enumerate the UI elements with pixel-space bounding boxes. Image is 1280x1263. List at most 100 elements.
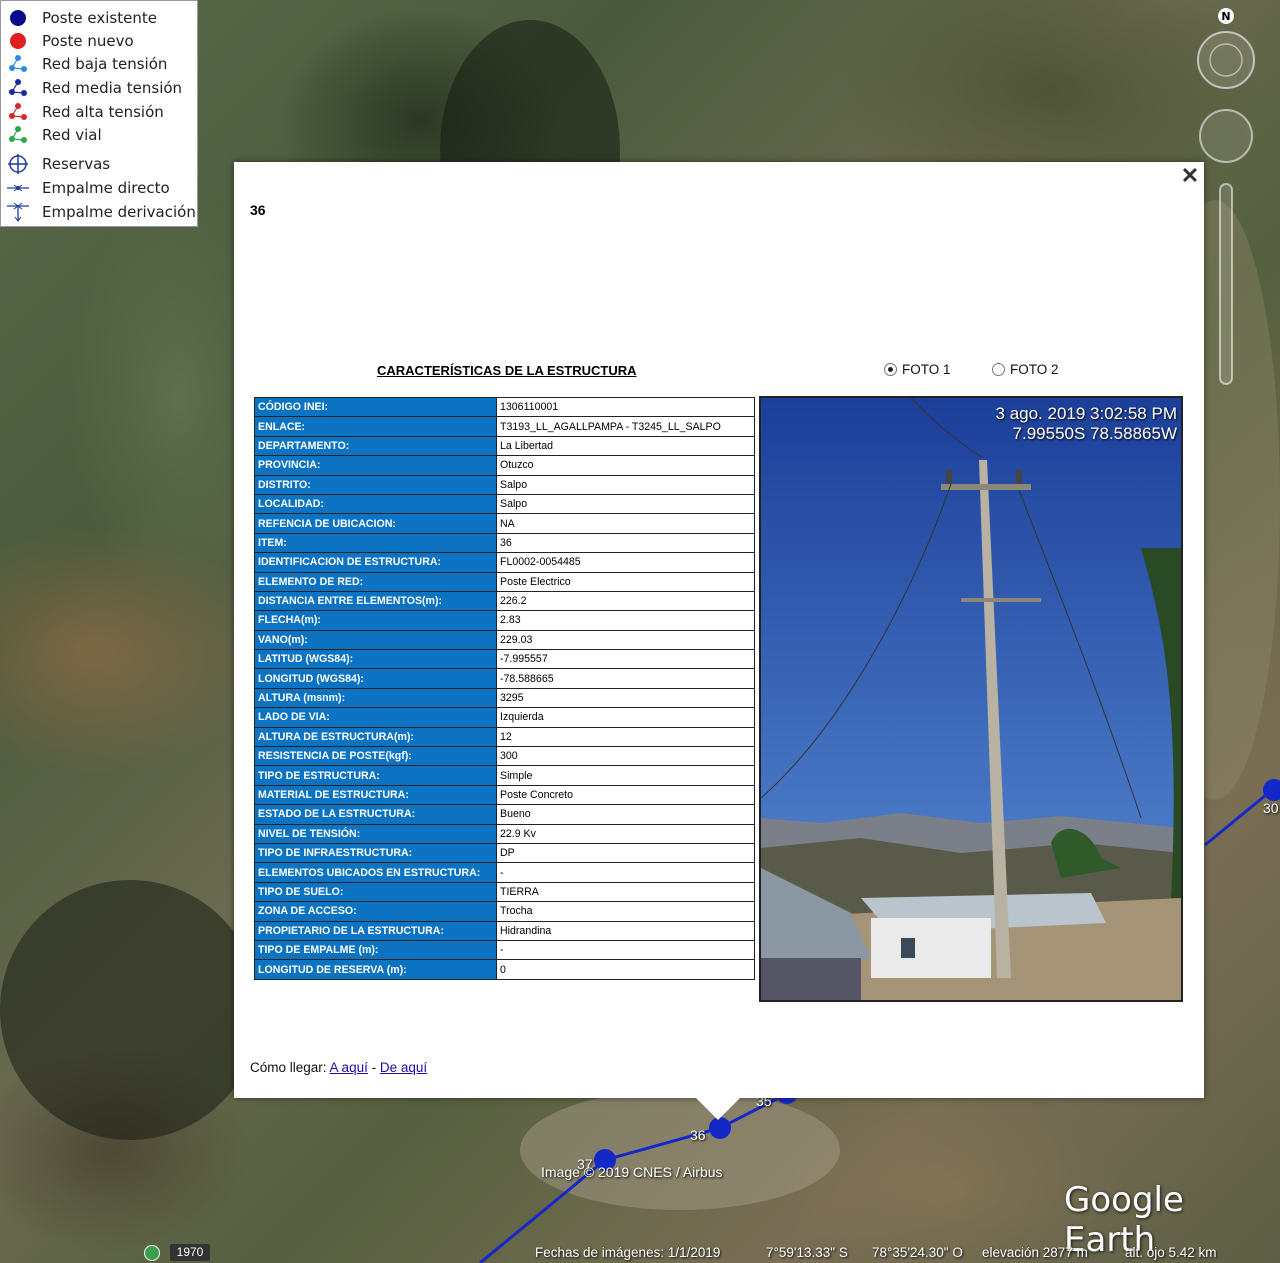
photo-1-radio[interactable]: FOTO 1: [884, 362, 951, 377]
radio-unselected-icon[interactable]: [992, 363, 1005, 376]
attribute-key: LADO DE VIA:: [254, 707, 497, 728]
attribute-value: 12: [496, 726, 755, 748]
table-row: TIPO DE EMPALME (m): -: [254, 939, 755, 961]
attribute-key: ALTURA DE ESTRUCTURA(m):: [254, 726, 497, 748]
table-row: DISTANCIA ENTRE ELEMENTOS(m): 226.2: [254, 590, 755, 612]
medium-voltage-network-icon: [9, 79, 27, 96]
table-row: ALTURA (msnm): 3295: [254, 687, 755, 709]
directions-from-here-link[interactable]: De aquí: [380, 1060, 427, 1075]
attribute-key: TIPO DE ESTRUCTURA:: [254, 765, 497, 786]
table-row: CÓDIGO INEI: 1306110001: [254, 396, 755, 418]
photo-coordinates: 7.99550S 78.58865W: [1012, 424, 1177, 443]
table-row: TIPO DE SUELO: TIERRA: [254, 881, 755, 903]
legend-label: Poste nuevo: [42, 32, 134, 50]
attribute-key: CÓDIGO INEI:: [254, 396, 497, 418]
table-row: ALTURA DE ESTRUCTURA(m): 12: [254, 726, 755, 748]
table-row: DEPARTAMENTO: La Libertad: [254, 435, 755, 457]
legend-label: Red vial: [42, 126, 102, 144]
legend-label: Red alta tensión: [42, 103, 164, 121]
directions-label: Cómo llegar:: [250, 1060, 330, 1075]
attribute-value: 1306110001: [496, 396, 755, 418]
attribute-key: ENLACE:: [254, 416, 497, 437]
pole-36-marker[interactable]: [709, 1117, 731, 1139]
navigation-controls[interactable]: N: [1196, 4, 1276, 404]
table-row: ESTADO DE LA ESTRUCTURA: Bueno: [254, 804, 755, 825]
attribute-key: LATITUD (WGS84):: [254, 649, 497, 670]
structure-photo: 3 ago. 2019 3:02:58 PM 7.99550S 78.58865…: [759, 396, 1183, 1002]
table-row: IDENTIFICACION DE ESTRUCTURA: FL0002-0054…: [254, 552, 755, 573]
attribute-key: FLECHA(m):: [254, 610, 497, 631]
attribute-key: LOCALIDAD:: [254, 493, 497, 515]
attribute-value: 3295: [496, 687, 755, 709]
table-row: PROPIETARIO DE LA ESTRUCTURA: Hidrandina: [254, 920, 755, 941]
attribute-key: REFENCIA DE UBICACION:: [254, 513, 497, 534]
elevation-readout: elevación 2877 m: [982, 1245, 1088, 1260]
photo-2-radio[interactable]: FOTO 2: [992, 362, 1059, 377]
directions-to-here-link[interactable]: A aquí: [330, 1060, 368, 1075]
zoom-slider[interactable]: [1219, 183, 1233, 385]
table-row: ELEMENTOS UBICADOS EN ESTRUCTURA: -: [254, 862, 755, 883]
legend-label: Reservas: [42, 155, 111, 173]
table-row: TIPO DE INFRAESTRUCTURA: DP: [254, 842, 755, 864]
attribute-value: Trocha: [496, 901, 755, 922]
table-row: ZONA DE ACCESO: Trocha: [254, 901, 755, 922]
direct-splice-icon: [7, 184, 29, 192]
eye-altitude-readout: alt. ojo 5.42 km: [1125, 1245, 1217, 1260]
attribute-value: 300: [496, 746, 755, 767]
legend-label: Red baja tensión: [42, 55, 168, 73]
table-row: PROVINCIA: Otuzco: [254, 455, 755, 476]
attribute-value: T3193_LL_AGALLPAMPA - T3245_LL_SALPO: [496, 416, 755, 437]
radio-selected-icon[interactable]: [884, 363, 897, 376]
attribute-key: ESTADO DE LA ESTRUCTURA:: [254, 804, 497, 825]
placemark-balloon: ✕ 36 CARACTERÍSTICAS DE LA ESTRUCTURA FO…: [234, 162, 1204, 1098]
power-line-segment: [1204, 788, 1273, 847]
attribute-key: IDENTIFICACION DE ESTRUCTURA:: [254, 552, 497, 573]
imagery-credit: Image © 2019 CNES / Airbus: [541, 1164, 723, 1180]
attribute-value: 36: [496, 532, 755, 554]
attribute-value: -: [496, 939, 755, 961]
attribute-value: La Libertad: [496, 435, 755, 457]
radio-label: FOTO 1: [902, 362, 951, 377]
attribute-key: RESISTENCIA DE POSTE(kgf):: [254, 746, 497, 767]
attribute-value: 226.2: [496, 590, 755, 612]
attribute-value: Izquierda: [496, 707, 755, 728]
attribute-value: 0: [496, 959, 755, 980]
table-row: VANO(m): 229.03: [254, 629, 755, 651]
north-label: N: [1221, 10, 1230, 23]
attribute-key: DISTRITO:: [254, 474, 497, 495]
attribute-value: FL0002-0054485: [496, 552, 755, 573]
legend-label: Empalme directo: [42, 179, 170, 197]
legend-label: Red media tensión: [42, 79, 183, 97]
attribute-value: 2.83: [496, 610, 755, 631]
attribute-key: MATERIAL DE ESTRUCTURA:: [254, 784, 497, 806]
table-row: REFENCIA DE UBICACION: NA: [254, 513, 755, 534]
pole-label-36: 36: [690, 1127, 706, 1143]
attribute-value: NA: [496, 513, 755, 534]
table-row: LONGITUD (WGS84): -78.588665: [254, 668, 755, 689]
road-network-icon: [9, 126, 27, 143]
balloon-pointer: [694, 1096, 742, 1120]
attribute-value: 229.03: [496, 629, 755, 651]
attribute-key: PROVINCIA:: [254, 455, 497, 476]
attribute-key: ELEMENTOS UBICADOS EN ESTRUCTURA:: [254, 862, 497, 883]
table-row: MATERIAL DE ESTRUCTURA: Poste Concreto: [254, 784, 755, 806]
attribute-value: Salpo: [496, 474, 755, 495]
attribute-key: TIPO DE INFRAESTRUCTURA:: [254, 842, 497, 864]
close-button[interactable]: ✕: [1178, 164, 1202, 188]
attribute-key: TIPO DE EMPALME (m):: [254, 939, 497, 961]
attribute-value: Poste Concreto: [496, 784, 755, 806]
map-legend: Poste existente Poste nuevo Red baja ten…: [0, 0, 198, 227]
status-bar: Fechas de imágenes: 1/1/2019 7°59'13.33"…: [0, 1243, 1280, 1263]
table-row: RESISTENCIA DE POSTE(kgf): 300: [254, 746, 755, 767]
attribute-key: NIVEL DE TENSIÓN:: [254, 823, 497, 844]
attribute-value: -78.588665: [496, 668, 755, 689]
table-row: ENLACE: T3193_LL_AGALLPAMPA - T3245_LL_SA…: [254, 416, 755, 437]
look-joystick[interactable]: [1197, 31, 1255, 89]
move-joystick[interactable]: [1199, 109, 1253, 163]
attribute-key: ELEMENTO DE RED:: [254, 571, 497, 592]
attribute-value: Simple: [496, 765, 755, 786]
pole-30-marker[interactable]: [1263, 779, 1280, 801]
longitude-readout: 78°35'24.30" O: [872, 1245, 963, 1260]
high-voltage-network-icon: [9, 103, 27, 120]
attribute-key: VANO(m):: [254, 629, 497, 651]
